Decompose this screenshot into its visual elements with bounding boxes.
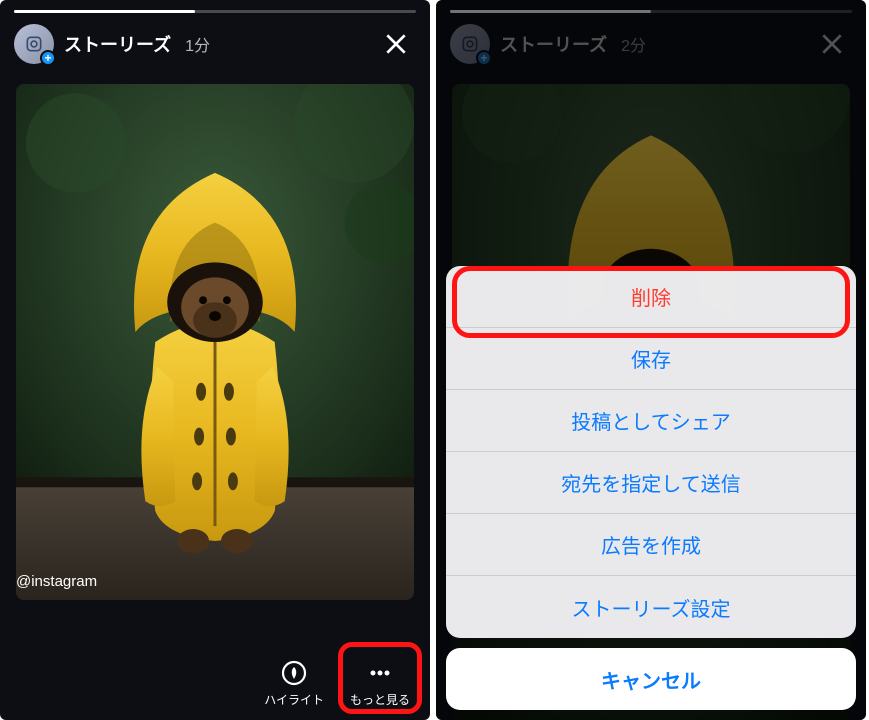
sheet-cancel-label: キャンセル xyxy=(601,665,701,694)
more-icon xyxy=(366,659,394,687)
highlight-button[interactable]: ハイライト xyxy=(264,659,324,708)
story-progress-bar xyxy=(14,10,416,13)
sheet-item-label: 宛先を指定して送信 xyxy=(561,468,740,497)
avatar-add-icon: + xyxy=(40,50,56,66)
sheet-item-label: 投稿としてシェア xyxy=(571,406,730,435)
highlight-label: ハイライト xyxy=(264,691,324,708)
story-actions: ハイライト もっと見る xyxy=(264,659,410,708)
sheet-cancel-button[interactable]: キャンセル xyxy=(446,648,856,710)
more-label: もっと見る xyxy=(350,691,410,708)
sheet-item-create-ad[interactable]: 広告を作成 xyxy=(446,514,856,576)
action-sheet: 削除 保存 投稿としてシェア 宛先を指定して送信 広告を作成 ストーリーズ設定 … xyxy=(446,266,856,710)
story-photo[interactable] xyxy=(16,84,414,600)
phone-left: + ストーリーズ 1分 xyxy=(0,0,430,720)
sheet-item-label: 保存 xyxy=(631,344,671,373)
sheet-item-label: ストーリーズ設定 xyxy=(572,593,731,622)
story-title: ストーリーズ xyxy=(64,31,171,57)
sheet-item-save[interactable]: 保存 xyxy=(446,328,856,390)
sheet-item-story-settings[interactable]: ストーリーズ設定 xyxy=(446,576,856,638)
phone-right: + ストーリーズ 2分 xyxy=(436,0,866,720)
action-sheet-group: 削除 保存 投稿としてシェア 宛先を指定して送信 広告を作成 ストーリーズ設定 xyxy=(446,266,856,638)
highlight-icon xyxy=(280,659,308,687)
story-time: 1分 xyxy=(185,32,210,56)
close-icon xyxy=(383,31,409,57)
story-header: + ストーリーズ 1分 xyxy=(14,24,416,64)
sheet-item-send-to[interactable]: 宛先を指定して送信 xyxy=(446,452,856,514)
story-handle: @instagram xyxy=(16,573,97,590)
more-button[interactable]: もっと見る xyxy=(350,659,410,708)
story-progress-fill xyxy=(14,10,195,13)
close-button[interactable] xyxy=(376,24,416,64)
avatar-logo-icon xyxy=(24,34,44,54)
sheet-item-label: 広告を作成 xyxy=(601,530,701,559)
avatar[interactable]: + xyxy=(14,24,54,64)
sheet-item-delete[interactable]: 削除 xyxy=(446,266,856,328)
sheet-item-share-post[interactable]: 投稿としてシェア xyxy=(446,390,856,452)
sheet-item-label: 削除 xyxy=(631,282,671,311)
